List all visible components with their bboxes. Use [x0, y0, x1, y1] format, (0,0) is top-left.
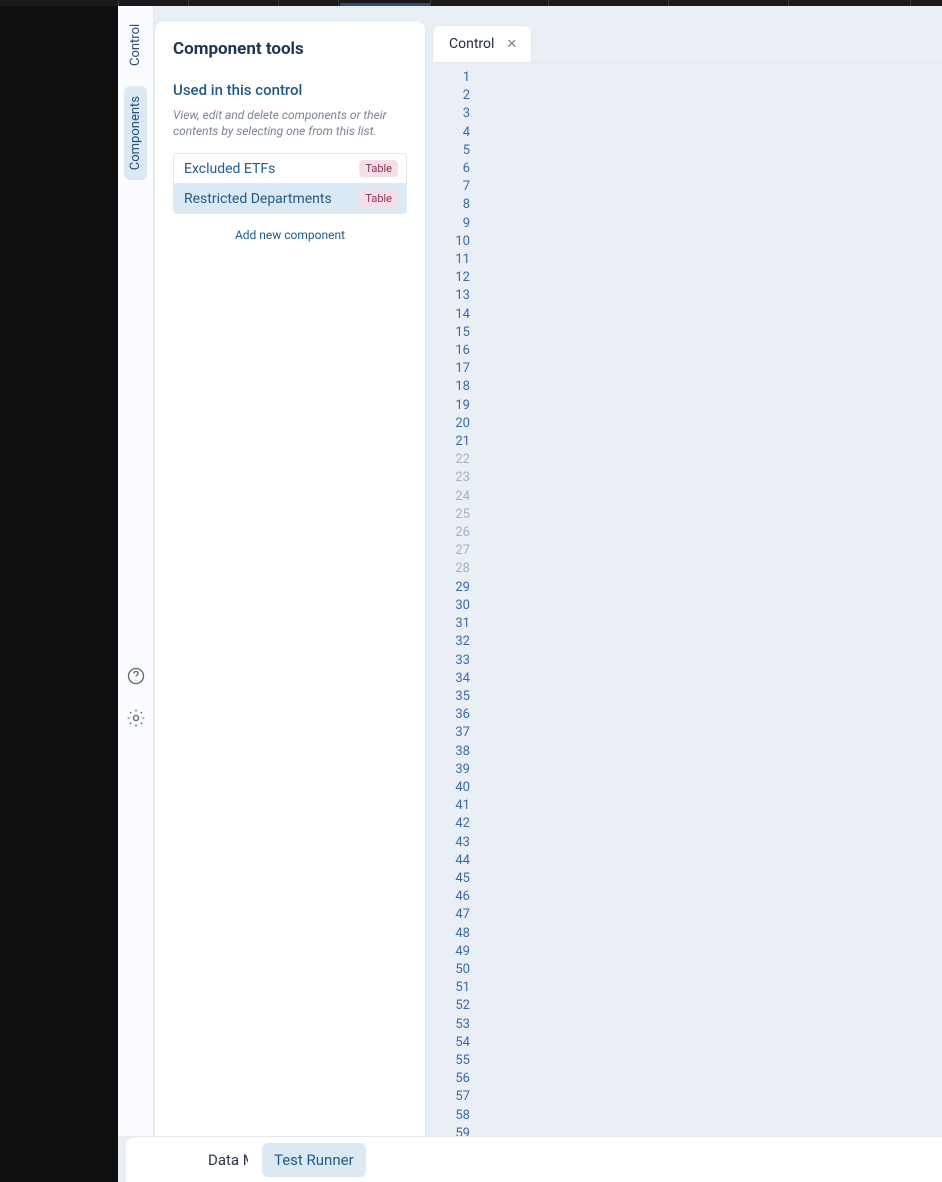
line-number: 23 [432, 469, 470, 487]
line-number: 49 [432, 943, 470, 961]
line-number: 30 [432, 597, 470, 615]
component-tools-panel: Component tools Used in this control Vie… [154, 20, 426, 1136]
editor-column: Control ✕ 123456789101112131415161718192… [432, 20, 942, 1136]
line-number: 36 [432, 706, 470, 724]
line-number: 25 [432, 506, 470, 524]
line-number: 47 [432, 906, 470, 924]
panel-subtitle: Used in this control [173, 81, 407, 99]
line-number: 51 [432, 979, 470, 997]
line-number: 43 [432, 834, 470, 852]
line-number: 52 [432, 997, 470, 1015]
line-number: 19 [432, 397, 470, 415]
topbar-active-indicator [340, 3, 430, 6]
line-number: 28 [432, 560, 470, 578]
side-tab-control[interactable]: Control [128, 20, 143, 72]
bottom-bar: Data M Test Runner [126, 1136, 942, 1182]
component-item-label: Excluded ETFs [184, 161, 275, 177]
type-badge: Table [359, 160, 398, 177]
line-number: 26 [432, 524, 470, 542]
line-number: 2 [432, 87, 470, 105]
line-number: 33 [432, 652, 470, 670]
side-tab-components[interactable]: Components [124, 86, 147, 180]
line-number-gutter: 1234567891011121314151617181920212223242… [432, 63, 476, 1136]
line-number: 31 [432, 615, 470, 633]
line-number: 42 [432, 815, 470, 833]
line-number: 6 [432, 160, 470, 178]
editor-tab-strip: Control ✕ [432, 20, 942, 62]
line-number: 34 [432, 670, 470, 688]
line-number: 18 [432, 378, 470, 396]
line-number: 32 [432, 633, 470, 651]
editor-body[interactable]: 1234567891011121314151617181920212223242… [432, 62, 942, 1136]
line-number: 29 [432, 579, 470, 597]
line-number: 41 [432, 797, 470, 815]
line-number: 22 [432, 451, 470, 469]
line-number: 16 [432, 342, 470, 360]
line-number: 24 [432, 488, 470, 506]
line-number: 5 [432, 142, 470, 160]
help-icon[interactable] [126, 666, 146, 690]
top-dark-bar [118, 0, 942, 6]
line-number: 10 [432, 233, 470, 251]
topbar-ticks [118, 0, 942, 6]
line-number: 44 [432, 852, 470, 870]
line-number: 7 [432, 178, 470, 196]
line-number: 3 [432, 105, 470, 123]
line-number: 20 [432, 415, 470, 433]
line-number: 14 [432, 306, 470, 324]
line-number: 45 [432, 870, 470, 888]
bottom-tab-data-m[interactable]: Data M [196, 1143, 248, 1177]
line-number: 48 [432, 925, 470, 943]
left-dark-margin [0, 0, 118, 1182]
line-number: 54 [432, 1034, 470, 1052]
line-number: 13 [432, 287, 470, 305]
add-new-component-link[interactable]: Add new component [173, 228, 407, 242]
panel-description: View, edit and delete components or thei… [173, 107, 407, 139]
line-number: 11 [432, 251, 470, 269]
line-number: 4 [432, 124, 470, 142]
close-icon[interactable]: ✕ [506, 38, 517, 51]
line-number: 12 [432, 269, 470, 287]
line-number: 1 [432, 69, 470, 87]
line-number: 39 [432, 761, 470, 779]
line-number: 57 [432, 1088, 470, 1106]
line-number: 35 [432, 688, 470, 706]
line-number: 40 [432, 779, 470, 797]
code-area[interactable] [476, 63, 942, 1136]
component-item-label: Restricted Departments [184, 191, 332, 207]
editor-tab-label: Control [449, 36, 494, 52]
line-number: 15 [432, 324, 470, 342]
line-number: 59 [432, 1125, 470, 1136]
line-number: 9 [432, 215, 470, 233]
line-number: 53 [432, 1016, 470, 1034]
gear-icon[interactable] [126, 708, 146, 732]
component-item-restricted-departments[interactable]: Restricted Departments Table [174, 184, 406, 213]
side-icons [118, 666, 153, 732]
line-number: 37 [432, 724, 470, 742]
component-item-excluded-etfs[interactable]: Excluded ETFs Table [174, 154, 406, 184]
editor-tab-control[interactable]: Control ✕ [432, 25, 532, 62]
type-badge: Table [359, 190, 398, 207]
line-number: 50 [432, 961, 470, 979]
main-row: Control Components Component tools Used … [118, 6, 942, 1136]
bottom-tab-test-runner[interactable]: Test Runner [262, 1143, 366, 1177]
line-number: 55 [432, 1052, 470, 1070]
app-area: Control Components Component tools Used … [118, 0, 942, 1182]
line-number: 8 [432, 196, 470, 214]
line-number: 21 [432, 433, 470, 451]
side-tabs: Control Components [118, 6, 154, 1136]
component-list: Excluded ETFs Table Restricted Departmen… [173, 153, 407, 214]
line-number: 17 [432, 360, 470, 378]
line-number: 38 [432, 743, 470, 761]
line-number: 58 [432, 1107, 470, 1125]
panel-title: Component tools [173, 39, 407, 59]
line-number: 56 [432, 1070, 470, 1088]
line-number: 27 [432, 542, 470, 560]
line-number: 46 [432, 888, 470, 906]
